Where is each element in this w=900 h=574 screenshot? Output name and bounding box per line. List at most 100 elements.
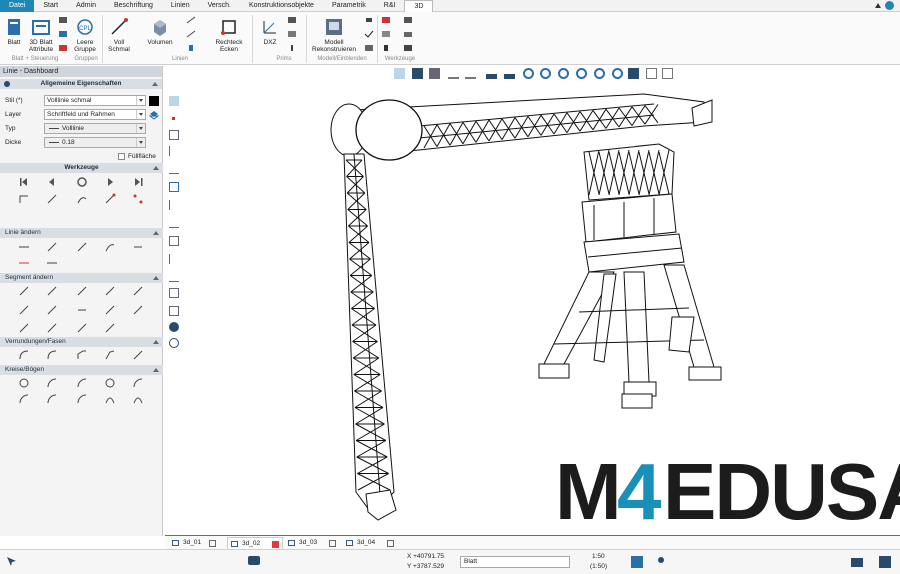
close-icon[interactable] <box>387 540 394 547</box>
chamfer-icon[interactable] <box>132 349 144 361</box>
zoom-all-icon[interactable] <box>594 68 605 79</box>
stil-select[interactable]: Volllinie schmal <box>44 95 146 106</box>
select-arrow-icon[interactable] <box>394 68 405 79</box>
color-icon[interactable] <box>381 16 391 24</box>
tab-3d-03[interactable]: 3d_03 <box>285 537 341 549</box>
segment-tool-icon[interactable] <box>76 322 88 334</box>
line-tool-icon[interactable] <box>186 16 196 24</box>
snap-parallel-icon[interactable] <box>169 182 179 192</box>
help-icon[interactable] <box>885 1 894 10</box>
verrundungen-header[interactable]: Verrundungen/Fasen <box>0 337 163 347</box>
menu-tab-datei[interactable]: Datei <box>0 0 35 12</box>
folder-icon[interactable] <box>403 30 413 38</box>
prim-shape-icon[interactable] <box>287 30 297 38</box>
users-icon[interactable] <box>654 555 668 569</box>
close-icon[interactable] <box>209 540 216 547</box>
segment-tool-icon[interactable] <box>104 304 116 316</box>
menu-tab-linien[interactable]: Linien <box>162 0 199 12</box>
bend-icon[interactable] <box>104 241 116 253</box>
tab-3d-01[interactable]: 3d_01 <box>169 537 219 549</box>
undo-icon[interactable] <box>448 68 459 79</box>
menu-tab-admin[interactable]: Admin <box>67 0 105 12</box>
up-icon[interactable] <box>486 68 497 79</box>
circle-icon[interactable] <box>18 377 30 389</box>
menu-tab-3d[interactable]: 3D <box>404 0 434 12</box>
snap-intersect-icon[interactable] <box>169 272 179 282</box>
blatt-attribute-button[interactable]: 3D Blatt Attribute <box>26 17 56 53</box>
snap-center-icon[interactable] <box>169 322 179 332</box>
snap-cross-icon[interactable] <box>169 288 179 298</box>
leere-gruppe-button[interactable]: CPL Leere Gruppe <box>70 17 100 53</box>
zoom-out-icon[interactable] <box>558 68 569 79</box>
trim-icon[interactable] <box>18 241 30 253</box>
snap-end-icon[interactable] <box>169 236 179 246</box>
snap-middle-icon[interactable] <box>169 254 179 264</box>
segment-tool-icon[interactable] <box>18 322 30 334</box>
corner-tool-icon[interactable] <box>18 193 30 205</box>
pan-hand-icon[interactable] <box>628 68 639 79</box>
close-icon[interactable] <box>272 541 279 548</box>
arc-icon[interactable] <box>46 377 58 389</box>
first-icon[interactable] <box>18 176 30 188</box>
curve-tool-icon[interactable] <box>76 193 88 205</box>
calendar-grid-icon[interactable] <box>630 555 644 569</box>
snap-active-icon[interactable] <box>169 96 179 106</box>
segment-tool-icon[interactable] <box>132 304 144 316</box>
rotate-icon[interactable] <box>523 68 534 79</box>
close-icon[interactable] <box>329 540 336 547</box>
refresh-icon[interactable] <box>76 176 88 188</box>
arc-icon[interactable] <box>76 393 88 405</box>
pick-icon[interactable] <box>662 68 673 79</box>
snap-point-icon[interactable] <box>169 114 179 124</box>
extend-icon[interactable] <box>46 241 58 253</box>
kreise-header[interactable]: Kreise/Bögen <box>0 365 163 375</box>
snap-angle-icon[interactable] <box>169 218 179 228</box>
view-icon[interactable] <box>364 44 374 52</box>
pattern-icon[interactable] <box>381 30 391 38</box>
arc-icon[interactable] <box>104 393 116 405</box>
arc-icon[interactable] <box>46 393 58 405</box>
measure-icon[interactable] <box>646 68 657 79</box>
menu-tab-parametrik[interactable]: Parametrik <box>323 0 375 12</box>
prim-axis-icon[interactable] <box>287 44 297 52</box>
segment-tool-icon[interactable] <box>46 322 58 334</box>
fillet-icon[interactable] <box>46 349 58 361</box>
modell-rekonstruieren-button[interactable]: Modell Rekonstruieren <box>308 17 360 53</box>
volumen-button[interactable]: Volumen <box>142 17 178 46</box>
menu-tab-versch[interactable]: Versch. <box>199 0 240 12</box>
blatt-button[interactable]: Blatt <box>3 17 25 46</box>
zoom-in-icon[interactable] <box>540 68 551 79</box>
arc-icon[interactable] <box>104 377 116 389</box>
diagonal-tool-icon[interactable] <box>46 193 58 205</box>
segment-tool-icon[interactable] <box>18 285 30 297</box>
segment-tool-icon[interactable] <box>18 304 30 316</box>
layer-stack-icon[interactable] <box>58 16 68 24</box>
segment-tool-icon[interactable] <box>132 285 144 297</box>
arc-icon[interactable] <box>76 377 88 389</box>
voll-schmal-button[interactable]: Voll Schmal <box>105 17 133 53</box>
menu-tab-ri[interactable]: R&I <box>375 0 405 12</box>
angle-tool-icon[interactable] <box>104 193 116 205</box>
snap-perpendicular-icon[interactable] <box>169 164 179 174</box>
segment-tool-icon[interactable] <box>46 304 58 316</box>
cursor-arrow-icon[interactable] <box>6 556 18 568</box>
arc-icon[interactable] <box>18 393 30 405</box>
fillet-icon[interactable] <box>18 349 30 361</box>
typ-select[interactable]: Volllinie <box>44 123 146 134</box>
top-icon[interactable] <box>504 68 515 79</box>
color-swatch[interactable] <box>149 96 159 106</box>
prim-box-icon[interactable] <box>287 16 297 24</box>
chat-icon[interactable] <box>247 555 261 569</box>
layers-icon[interactable] <box>149 110 159 120</box>
stretch-icon[interactable] <box>132 241 144 253</box>
points-tool-icon[interactable] <box>132 193 144 205</box>
show-icon[interactable] <box>364 16 374 24</box>
segment-tool-icon[interactable] <box>76 285 88 297</box>
dxz-button[interactable]: DXZ <box>257 17 283 46</box>
segment-tool-icon[interactable] <box>76 304 88 316</box>
join-icon[interactable] <box>46 257 58 269</box>
last-icon[interactable] <box>132 176 144 188</box>
arc-icon[interactable] <box>132 393 144 405</box>
segment-aendern-header[interactable]: Segment ändern <box>0 273 163 283</box>
dicke-select[interactable]: 0.18 <box>44 137 146 148</box>
